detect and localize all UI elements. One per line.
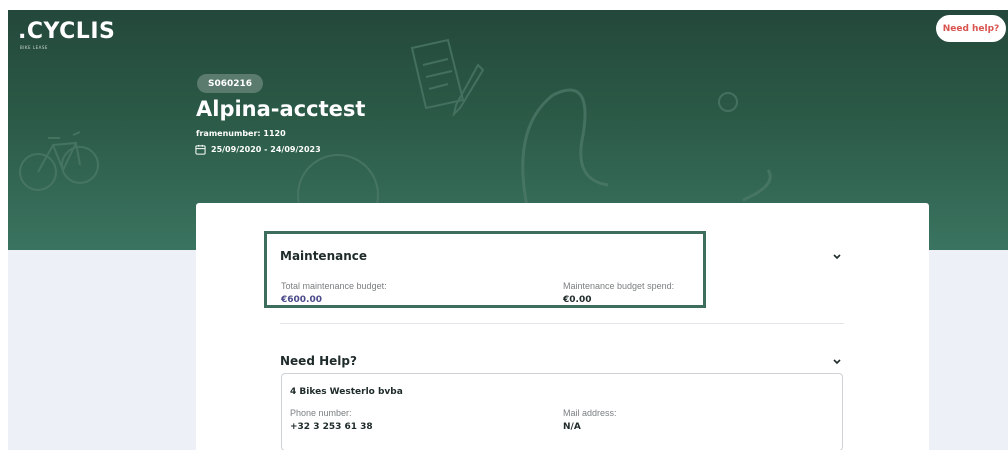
mail-value: N/A xyxy=(563,422,581,432)
need-help-title: Need Help? xyxy=(280,354,357,368)
order-number-badge: S060216 xyxy=(197,74,264,93)
total-budget-label: Total maintenance budget: xyxy=(281,281,387,291)
details-card: Maintenance Total maintenance budget: €6… xyxy=(196,203,929,450)
need-help-header[interactable]: Need Help? xyxy=(280,354,844,368)
contract-period: 25/09/2020 - 24/09/2023 xyxy=(195,144,321,155)
maintenance-header[interactable]: Maintenance xyxy=(280,249,844,263)
document-illustration xyxy=(410,38,485,118)
dealer-name: 4 Bikes Westerlo bvba xyxy=(290,387,403,397)
chevron-down-icon[interactable] xyxy=(830,250,844,264)
dealer-info-box: 4 Bikes Westerlo bvba Phone number: +32 … xyxy=(281,373,843,450)
section-divider xyxy=(280,323,844,324)
need-help-button[interactable]: Need help? xyxy=(936,15,1006,42)
calendar-icon xyxy=(195,144,206,155)
maintenance-title: Maintenance xyxy=(280,249,368,263)
chevron-down-icon[interactable] xyxy=(830,355,844,369)
maintenance-highlight xyxy=(264,231,706,308)
phone-label: Phone number: xyxy=(290,408,352,418)
contract-period-text: 25/09/2020 - 24/09/2023 xyxy=(211,145,321,154)
logo-tagline: BIKE LEASE xyxy=(20,45,48,50)
total-budget-value: €600.00 xyxy=(281,295,322,305)
bike-illustration xyxy=(19,131,99,191)
budget-spend-label: Maintenance budget spend: xyxy=(563,281,675,291)
page-title: Alpina-acctest xyxy=(196,97,366,121)
phone-value[interactable]: +32 3 253 61 38 xyxy=(290,422,373,432)
cyclis-logo[interactable]: .CYCLIS BIKE LEASE xyxy=(18,19,115,50)
budget-spend-value: €0.00 xyxy=(563,295,592,305)
app-frame: .CYCLIS BIKE LEASE Need help? S060216 Al… xyxy=(8,10,1008,450)
frame-number: framenumber: 1120 xyxy=(196,129,286,138)
mail-label: Mail address: xyxy=(563,408,617,418)
